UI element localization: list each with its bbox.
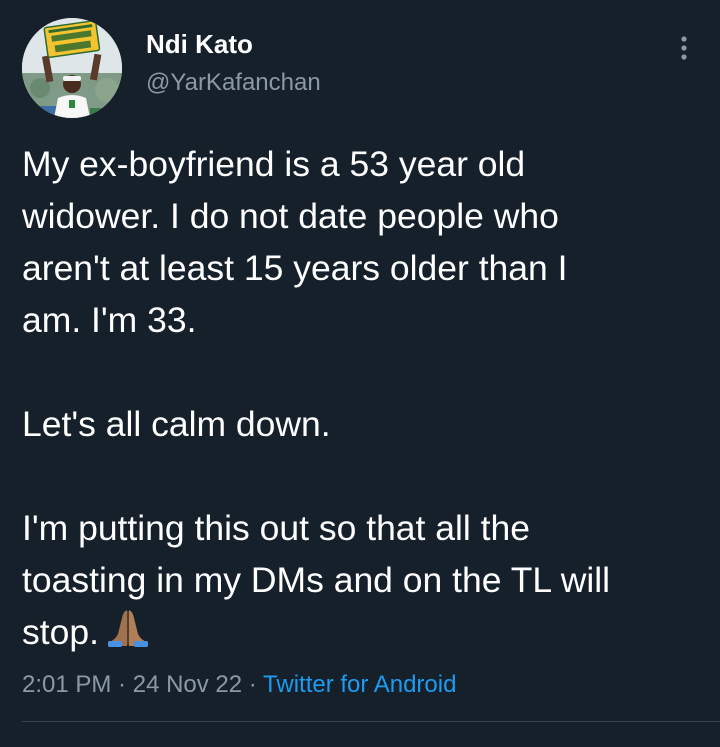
folded-hands-icon — [107, 608, 149, 662]
display-name[interactable]: Ndi Kato — [146, 28, 321, 60]
meta-separator: · — [111, 671, 133, 698]
tweet-date[interactable]: 24 Nov 22 — [133, 671, 242, 698]
tweet-meta: 2:01 PM · 24 Nov 22 · Twitter for Androi… — [22, 670, 456, 700]
handle[interactable]: @YarKafanchan — [146, 68, 321, 98]
author-info[interactable]: Ndi Kato @YarKafanchan — [146, 28, 321, 98]
avatar[interactable] — [22, 18, 122, 118]
tweet-paragraph-last: I'm putting this out so that all the toa… — [22, 502, 702, 662]
more-vertical-icon — [681, 36, 687, 60]
tweet-time[interactable]: 2:01 PM — [22, 671, 111, 698]
tweet-detail: Ndi Kato @YarKafanchan My ex-boyfriend i… — [0, 0, 720, 747]
tweet-header: Ndi Kato @YarKafanchan — [22, 18, 698, 118]
tweet-source-link[interactable]: Twitter for Android — [263, 671, 456, 698]
divider — [22, 721, 720, 722]
tweet-paragraph: My ex-boyfriend is a 53 year old widower… — [22, 144, 568, 340]
tweet-paragraph: Let's all calm down. — [22, 404, 331, 444]
tweet-text: My ex-boyfriend is a 53 year old widower… — [22, 138, 702, 662]
more-options-button[interactable] — [672, 32, 696, 64]
avatar-image — [22, 18, 122, 118]
meta-separator: · — [242, 671, 264, 698]
